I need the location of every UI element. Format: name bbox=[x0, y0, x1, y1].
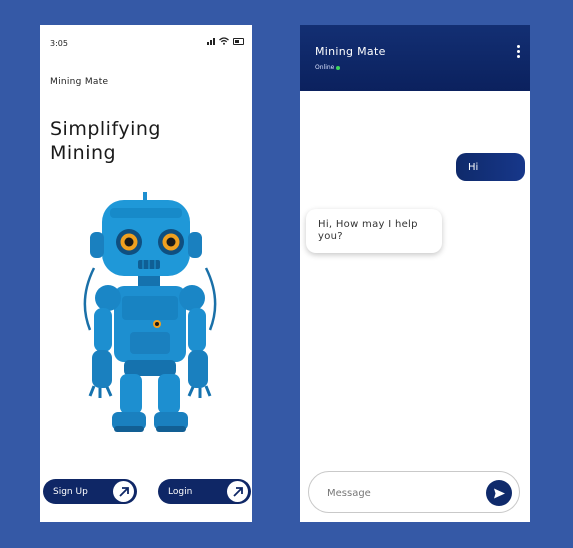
arrow-up-right-icon bbox=[227, 481, 248, 502]
status-icons bbox=[207, 37, 244, 45]
welcome-screen: 3:05 Mining Mate Simplifying Mining Sign… bbox=[40, 25, 252, 522]
online-status: Online bbox=[315, 64, 341, 71]
chat-screen: Mining Mate Online Hi Hi, How may I help… bbox=[300, 25, 530, 522]
chat-header: Mining Mate Online bbox=[300, 25, 530, 91]
hero-title-line1: Simplifying bbox=[50, 118, 161, 140]
hero-title: Simplifying Mining bbox=[50, 117, 240, 165]
arrow-up-right-icon bbox=[113, 481, 134, 502]
message-bubble-outgoing: Hi bbox=[456, 153, 525, 181]
status-time: 3:05 bbox=[50, 39, 68, 48]
chat-title: Mining Mate bbox=[315, 45, 386, 58]
battery-icon bbox=[233, 37, 244, 45]
hero-title-line2: Mining bbox=[50, 142, 117, 164]
more-vertical-icon[interactable] bbox=[517, 45, 520, 58]
message-composer bbox=[308, 471, 520, 513]
online-dot-icon bbox=[336, 65, 341, 70]
login-button[interactable]: Login bbox=[158, 479, 251, 504]
login-label: Login bbox=[168, 486, 193, 497]
send-button[interactable] bbox=[486, 480, 512, 506]
robot-illustration bbox=[83, 192, 217, 432]
message-input[interactable] bbox=[325, 482, 479, 504]
sign-up-button[interactable]: Sign Up bbox=[43, 479, 137, 504]
sign-up-label: Sign Up bbox=[53, 486, 88, 497]
online-status-label: Online bbox=[315, 64, 335, 71]
send-icon bbox=[493, 488, 505, 498]
signal-icon bbox=[207, 37, 215, 45]
wifi-icon bbox=[219, 37, 229, 45]
message-bubble-incoming: Hi, How may I help you? bbox=[306, 209, 442, 253]
app-name: Mining Mate bbox=[50, 77, 109, 87]
